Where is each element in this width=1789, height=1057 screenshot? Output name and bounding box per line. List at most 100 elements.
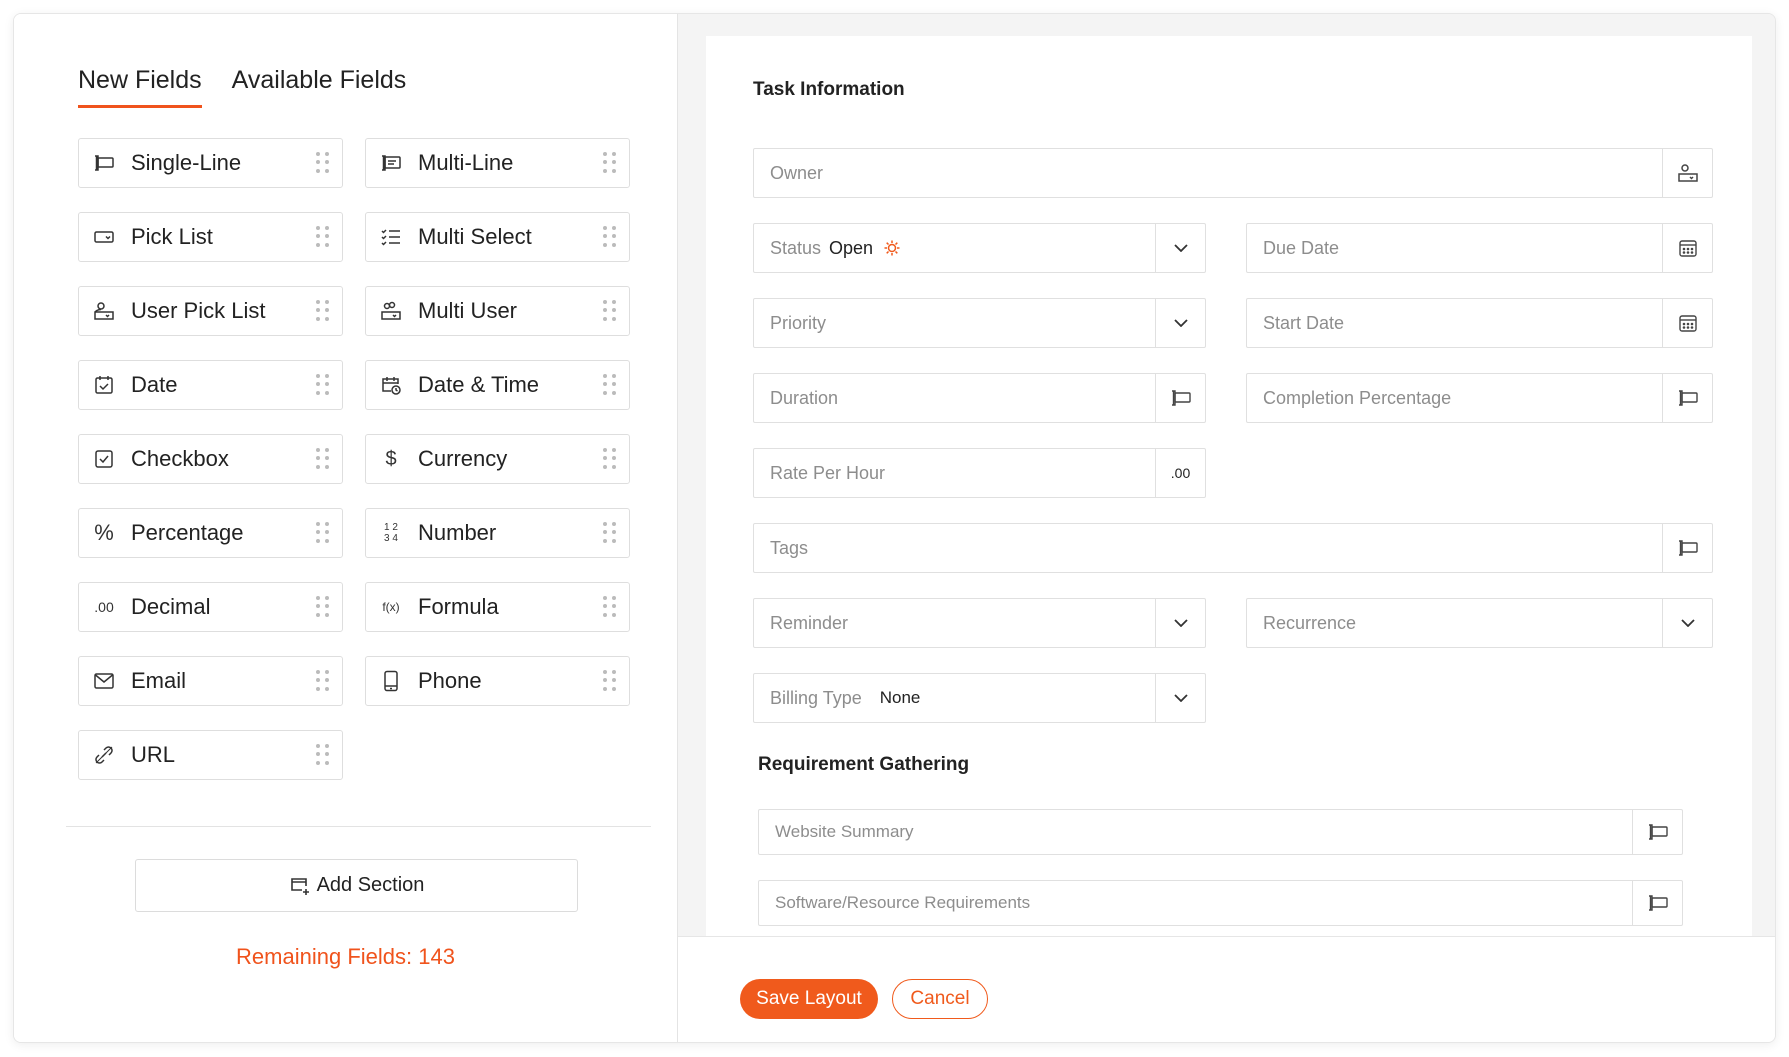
drag-handle-icon[interactable]: [316, 374, 330, 396]
field-checkbox[interactable]: Checkbox: [78, 434, 343, 484]
layout-canvas-panel: Task Information Owner Status Open Due D…: [677, 14, 1775, 1042]
software-requirements-field[interactable]: Software/Resource Requirements: [758, 880, 1683, 926]
drag-handle-icon[interactable]: [603, 670, 617, 692]
field-label: Multi Select: [418, 224, 532, 249]
drag-handle-icon[interactable]: [316, 744, 330, 766]
priority-field[interactable]: Priority: [753, 298, 1206, 348]
field-pick-list[interactable]: Pick List: [78, 212, 343, 262]
pick-list-icon: [91, 224, 117, 250]
due-date-field[interactable]: Due Date: [1246, 223, 1713, 273]
single-line-icon: [1155, 374, 1205, 422]
field-date[interactable]: Date: [78, 360, 343, 410]
chevron-down-icon[interactable]: [1155, 674, 1205, 722]
field-label: Percentage: [131, 520, 244, 545]
user-icon[interactable]: [1662, 149, 1712, 197]
field-placeholder: Priority: [770, 312, 827, 333]
drag-handle-icon[interactable]: [316, 226, 330, 248]
completion-percentage-field[interactable]: Completion Percentage: [1246, 373, 1713, 423]
drag-handle-icon[interactable]: [316, 448, 330, 470]
field-phone[interactable]: Phone: [365, 656, 630, 706]
field-label: Email: [131, 668, 187, 693]
cancel-button[interactable]: Cancel: [892, 979, 988, 1019]
add-section-button[interactable]: Add Section: [135, 859, 578, 912]
field-label: Single-Line: [131, 150, 242, 175]
field-url[interactable]: URL: [78, 730, 343, 780]
single-line-icon: [91, 150, 117, 176]
recurrence-field[interactable]: Recurrence: [1246, 598, 1713, 648]
field-label: User Pick List: [131, 298, 266, 323]
rate-per-hour-field[interactable]: Rate Per Hour .00: [753, 448, 1206, 498]
add-section-icon: [289, 876, 311, 896]
palette-tabs: New Fields Available Fields: [78, 66, 406, 108]
drag-handle-icon[interactable]: [316, 670, 330, 692]
layout-editor: New Fields Available Fields Single-Line …: [13, 13, 1776, 1043]
billing-type-value: None: [879, 688, 921, 707]
single-line-icon: [1662, 374, 1712, 422]
calendar-icon[interactable]: [1662, 224, 1712, 272]
drag-handle-icon[interactable]: [316, 522, 330, 544]
checkbox-icon: [91, 446, 117, 472]
field-placeholder: Status: [770, 237, 822, 258]
duration-field[interactable]: Duration: [753, 373, 1206, 423]
field-placeholder: Due Date: [1263, 237, 1340, 258]
multi-line-icon: [378, 150, 404, 176]
field-placeholder: Billing Type: [770, 687, 862, 708]
drag-handle-icon[interactable]: [316, 300, 330, 322]
field-user-pick-list[interactable]: User Pick List: [78, 286, 343, 336]
multi-user-icon: [378, 298, 404, 324]
field-label: Pick List: [131, 224, 213, 249]
field-placeholder: Start Date: [1263, 312, 1345, 333]
drag-handle-icon[interactable]: [603, 226, 617, 248]
owner-field[interactable]: Owner: [753, 148, 1713, 198]
field-multi-user[interactable]: Multi User: [365, 286, 630, 336]
status-field[interactable]: Status Open: [753, 223, 1206, 273]
drag-handle-icon[interactable]: [603, 152, 617, 174]
tab-new-fields[interactable]: New Fields: [78, 66, 202, 108]
field-currency[interactable]: $ Currency: [365, 434, 630, 484]
date-icon: [91, 372, 117, 398]
layout-canvas: Task Information Owner Status Open Due D…: [706, 36, 1752, 936]
tab-available-fields[interactable]: Available Fields: [232, 66, 407, 108]
field-percentage[interactable]: % Percentage: [78, 508, 343, 558]
drag-handle-icon[interactable]: [603, 300, 617, 322]
status-gear-icon: [883, 239, 901, 257]
field-multi-line[interactable]: Multi-Line: [365, 138, 630, 188]
percentage-icon: %: [94, 520, 114, 545]
drag-handle-icon[interactable]: [603, 522, 617, 544]
tags-field[interactable]: Tags: [753, 523, 1713, 573]
single-line-icon: [1662, 524, 1712, 572]
calendar-icon[interactable]: [1662, 299, 1712, 347]
field-label: Date & Time: [418, 372, 540, 397]
phone-icon: [378, 668, 404, 694]
reminder-field[interactable]: Reminder: [753, 598, 1206, 648]
chevron-down-icon[interactable]: [1662, 599, 1712, 647]
drag-handle-icon[interactable]: [603, 374, 617, 396]
save-layout-button[interactable]: Save Layout: [740, 979, 878, 1019]
field-placeholder: Rate Per Hour: [770, 462, 886, 483]
field-formula[interactable]: f(x) Formula: [365, 582, 630, 632]
chevron-down-icon[interactable]: [1155, 599, 1205, 647]
field-multi-select[interactable]: Multi Select: [365, 212, 630, 262]
field-email[interactable]: Email: [78, 656, 343, 706]
drag-handle-icon[interactable]: [316, 152, 330, 174]
field-label: Formula: [418, 594, 499, 619]
chevron-down-icon[interactable]: [1155, 224, 1205, 272]
drag-handle-icon[interactable]: [603, 448, 617, 470]
field-label: Multi-Line: [418, 150, 514, 175]
layout-footer: Save Layout Cancel: [678, 936, 1775, 1042]
field-placeholder: Recurrence: [1263, 612, 1357, 633]
field-decimal[interactable]: .00 Decimal: [78, 582, 343, 632]
drag-handle-icon[interactable]: [603, 596, 617, 618]
field-label: Number: [418, 520, 497, 545]
field-date-time[interactable]: Date & Time: [365, 360, 630, 410]
field-single-line[interactable]: Single-Line: [78, 138, 343, 188]
start-date-field[interactable]: Start Date: [1246, 298, 1713, 348]
billing-type-field[interactable]: Billing Type None: [753, 673, 1206, 723]
formula-icon: f(x): [382, 600, 400, 614]
website-summary-field[interactable]: Website Summary: [758, 809, 1683, 855]
field-number[interactable]: 1 2 3 4 Number: [365, 508, 630, 558]
field-placeholder: Software/Resource Requirements: [775, 893, 1031, 912]
palette-divider: [66, 826, 651, 827]
chevron-down-icon[interactable]: [1155, 299, 1205, 347]
drag-handle-icon[interactable]: [316, 596, 330, 618]
